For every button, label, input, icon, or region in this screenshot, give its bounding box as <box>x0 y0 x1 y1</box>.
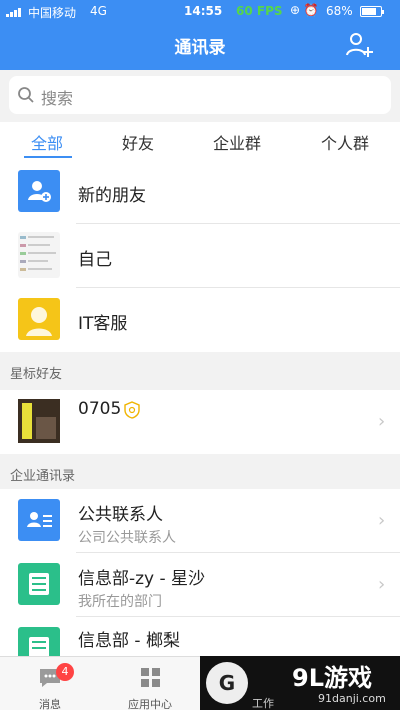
list-item-label: 新的朋友 <box>78 186 146 206</box>
chevron-right-icon: › <box>378 510 386 531</box>
list-item-self[interactable]: 自己 <box>0 224 400 288</box>
network-type: 4G <box>90 4 107 18</box>
department-icon <box>18 563 60 605</box>
it-support-avatar <box>18 298 60 340</box>
tab-enterprise-groups[interactable]: 企业群 <box>213 130 261 154</box>
contact-avatar <box>18 399 60 443</box>
list-item-department-langli[interactable]: 信息部 - 榔梨 <box>0 617 400 657</box>
nav-label: 应用中心 <box>128 698 172 710</box>
list-item-new-friends[interactable]: 新的朋友 <box>0 160 400 224</box>
new-friend-icon <box>18 170 60 212</box>
watermark-brand: 9L游戏 <box>292 664 372 692</box>
battery-icon <box>360 6 384 17</box>
list-item-subtitle: 公司公共联系人 <box>78 530 176 546</box>
list-item-it-support[interactable]: IT客服 <box>0 288 400 352</box>
watermark-logo: G <box>206 662 248 704</box>
section-title: 企业通讯录 <box>10 469 76 484</box>
nav-label-work: 工作 <box>252 697 274 710</box>
list-item-starred-contact[interactable]: 0705 › <box>0 390 400 454</box>
tab-friends[interactable]: 好友 <box>122 130 154 154</box>
search-input[interactable]: 搜索 <box>9 76 391 114</box>
nav-label: 消息 <box>39 698 61 710</box>
shield-badge-icon <box>124 401 140 419</box>
watermark-domain: 91danji.com <box>318 692 386 705</box>
list-item-label: 自己 <box>78 250 112 270</box>
department-icon <box>18 627 60 657</box>
chevron-right-icon: › <box>378 574 386 595</box>
tab-active-indicator <box>24 156 72 158</box>
chevron-right-icon: › <box>378 411 386 432</box>
search-icon <box>18 87 34 103</box>
grid-apps-icon <box>141 668 160 687</box>
carrier-text: 中国移动 <box>28 6 77 20</box>
section-header-starred: 星标好友 <box>0 352 400 390</box>
alarm-icon: ⊕ ⏰ <box>290 3 319 17</box>
tab-bar: 全部 好友 企业群 个人群 <box>0 122 400 160</box>
status-bar: 中国移动 4G 14:55 60 FPS ⊕ ⏰ 68% <box>0 0 400 24</box>
list-item-label: 信息部-zy - 星沙 <box>78 569 206 589</box>
top-bar: 中国移动 4G 14:55 60 FPS ⊕ ⏰ 68% 通讯录 <box>0 0 400 70</box>
watermark: G 工作 9L游戏 91danji.com <box>200 656 400 710</box>
battery-percent: 68% <box>326 4 353 18</box>
unread-badge: 4 <box>56 663 74 681</box>
list-item-label: 0705 <box>78 399 122 419</box>
contact-card-icon <box>18 499 60 541</box>
tab-personal-groups[interactable]: 个人群 <box>321 130 369 154</box>
tab-all[interactable]: 全部 <box>31 130 63 154</box>
clock: 14:55 <box>184 4 223 18</box>
search-placeholder: 搜索 <box>41 89 74 108</box>
section-title: 星标好友 <box>10 367 63 382</box>
page-title: 通讯录 <box>174 38 226 58</box>
fps-indicator: 60 FPS <box>236 4 283 18</box>
signal-icon <box>6 8 21 17</box>
search-area: 搜索 <box>0 70 400 122</box>
self-avatar <box>18 232 60 278</box>
nav-app-center[interactable]: 应用中心 <box>100 657 200 710</box>
add-contact-icon[interactable] <box>344 30 374 60</box>
nav-messages[interactable]: 4 消息 <box>0 657 100 710</box>
list-item-department-xingsha[interactable]: 信息部-zy - 星沙 我所在的部门 › <box>0 553 400 617</box>
list-item-label: 信息部 - 榔梨 <box>78 631 180 651</box>
list-item-label: 公共联系人 <box>78 505 163 525</box>
list-item-label: IT客服 <box>78 314 128 334</box>
list-item-public-contacts[interactable]: 公共联系人 公司公共联系人 › <box>0 489 400 553</box>
section-header-enterprise: 企业通讯录 <box>0 454 400 492</box>
list-item-subtitle: 我所在的部门 <box>78 594 162 610</box>
